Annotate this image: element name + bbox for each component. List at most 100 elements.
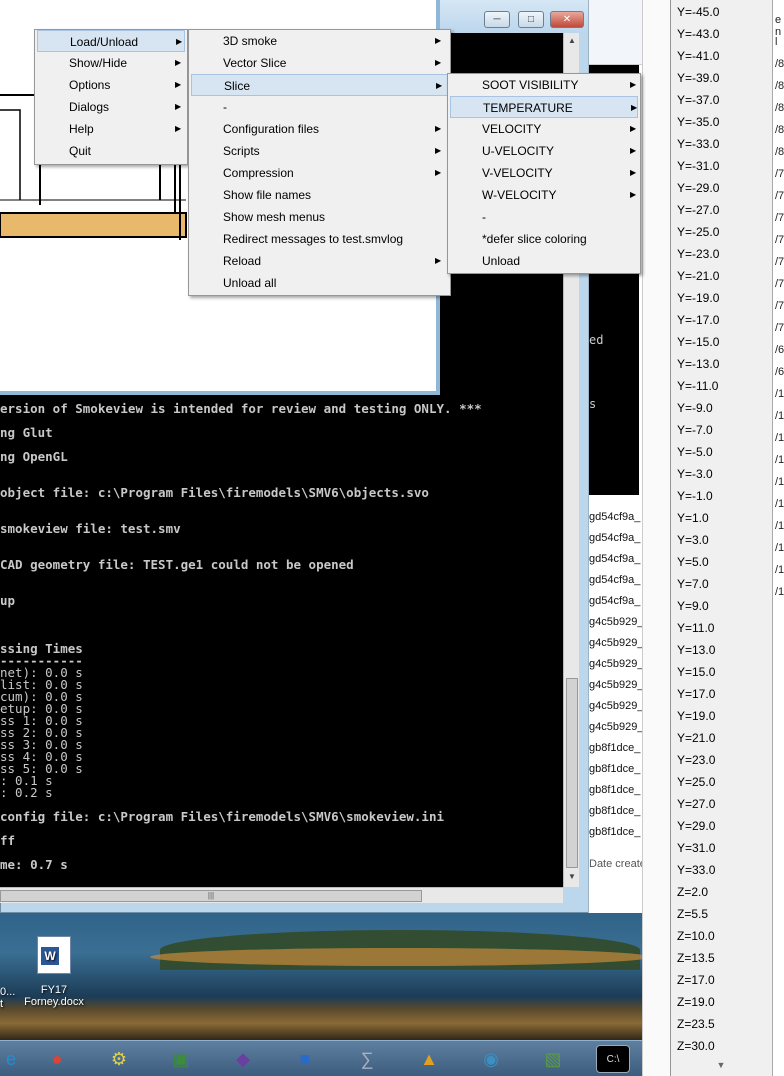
minimize-button[interactable]: ─ (484, 11, 510, 28)
scroll-down-arrow-icon[interactable]: ▼ (564, 869, 580, 885)
map-app-icon[interactable]: ▧ (536, 1045, 570, 1073)
menu-item[interactable]: VELOCITY ▶ (450, 118, 638, 140)
temperature-slice-item[interactable]: Z=17.0 (677, 973, 715, 987)
explorer-file-row[interactable]: gb8f1dce_ (589, 826, 640, 838)
explorer-file-row[interactable]: gb8f1dce_ (589, 763, 640, 775)
explorer-file-row[interactable]: gb8f1dce_ (589, 742, 640, 754)
menu-item[interactable]: Configuration files ▶ (191, 118, 448, 140)
temperature-slice-item[interactable]: Y=27.0 (677, 797, 715, 811)
explorer-file-row[interactable]: g4c5b929_ (589, 721, 642, 733)
temperature-slice-item[interactable]: Z=13.5 (677, 951, 715, 965)
lock-app-icon[interactable]: ▲ (412, 1045, 446, 1073)
menu-item[interactable]: - (191, 96, 448, 118)
temperature-slice-item[interactable]: Z=19.0 (677, 995, 715, 1009)
temperature-slice-item[interactable]: Y=21.0 (677, 731, 715, 745)
temperature-slice-item[interactable]: Y=-13.0 (677, 357, 719, 371)
temperature-slice-item[interactable]: Y=-31.0 (677, 159, 719, 173)
menu-item[interactable]: - (450, 206, 638, 228)
horizontal-scrollbar-thumb[interactable]: ||| (0, 890, 422, 902)
monitor-app-icon[interactable]: ▣ (164, 1045, 198, 1073)
explorer-file-row[interactable]: gd54cf9a_ (589, 595, 640, 607)
visual-studio-icon[interactable]: ◆ (226, 1045, 260, 1073)
menu-item[interactable]: SOOT VISIBILITY ▶ (450, 74, 638, 96)
console-horizontal-scrollbar[interactable]: ||| (0, 887, 563, 903)
temperature-slice-item[interactable]: Y=-41.0 (677, 49, 719, 63)
ie-icon[interactable]: e (0, 1045, 28, 1073)
temperature-slice-item[interactable]: Y=29.0 (677, 819, 715, 833)
temperature-slice-item[interactable]: Y=-35.0 (677, 115, 719, 129)
menu-item[interactable]: W-VELOCITY ▶ (450, 184, 638, 206)
menu-item[interactable]: Options ▶ (37, 74, 185, 96)
temperature-slice-item[interactable]: Y=13.0 (677, 643, 715, 657)
chrome-icon[interactable]: ● (40, 1045, 74, 1073)
temperature-slice-item[interactable]: Y=-33.0 (677, 137, 719, 151)
temperature-slice-item[interactable]: Y=-27.0 (677, 203, 719, 217)
temperature-slice-item[interactable]: Y=5.0 (677, 555, 709, 569)
explorer-date-column-header[interactable]: Date create (589, 858, 642, 870)
temperature-slice-item[interactable]: Z=30.0 (677, 1039, 715, 1053)
temperature-slice-item[interactable]: Y=-25.0 (677, 225, 719, 239)
explorer-file-row[interactable]: gd54cf9a_ (589, 511, 640, 523)
explorer-file-row[interactable]: gb8f1dce_ (589, 784, 640, 796)
temperature-slice-item[interactable]: Y=-21.0 (677, 269, 719, 283)
temperature-slice-item[interactable]: Y=25.0 (677, 775, 715, 789)
temperature-slice-item[interactable]: Z=23.5 (677, 1017, 715, 1031)
menu-item[interactable]: Unload all (191, 272, 448, 294)
temperature-slice-item[interactable]: Y=-15.0 (677, 335, 719, 349)
temperature-slice-item[interactable]: Y=-7.0 (677, 423, 713, 437)
globe-app-icon[interactable]: ◉ (474, 1045, 508, 1073)
temperature-slice-item[interactable]: Y=1.0 (677, 511, 709, 525)
menu-item[interactable]: TEMPERATURE ▶ (450, 96, 638, 118)
temperature-slice-item[interactable]: Y=-29.0 (677, 181, 719, 195)
menu-item[interactable]: Show file names (191, 184, 448, 206)
explorer-file-row[interactable]: g4c5b929_ (589, 679, 642, 691)
menu-item[interactable]: Show/Hide ▶ (37, 52, 185, 74)
temperature-slice-item[interactable]: Y=-3.0 (677, 467, 713, 481)
temperature-slice-item[interactable]: Y=15.0 (677, 665, 715, 679)
scroll-up-arrow-icon[interactable]: ▲ (564, 33, 580, 49)
menu-item[interactable]: Vector Slice ▶ (191, 52, 448, 74)
menu-item[interactable]: *defer slice coloring (450, 228, 638, 250)
temperature-slice-item[interactable]: Z=2.0 (677, 885, 708, 899)
menu-item[interactable]: Slice ▶ (191, 74, 448, 96)
temperature-slice-item[interactable]: Y=11.0 (677, 621, 714, 635)
explorer-file-row[interactable]: g4c5b929_ (589, 637, 642, 649)
menu-item[interactable]: Unload (450, 250, 638, 272)
menu-scroll-down-icon[interactable]: ▼ (671, 1060, 771, 1070)
temperature-slice-item[interactable]: Y=-11.0 (677, 379, 718, 393)
cmd-icon[interactable]: C:\ (596, 1045, 630, 1073)
temperature-slice-item[interactable]: Y=-9.0 (677, 401, 713, 415)
menu-item[interactable]: Compression ▶ (191, 162, 448, 184)
explorer-file-row[interactable]: gd54cf9a_ (589, 574, 640, 586)
temperature-slice-item[interactable]: Y=9.0 (677, 599, 709, 613)
temperature-slice-item[interactable]: Y=17.0 (677, 687, 715, 701)
temperature-slice-item[interactable]: Y=-23.0 (677, 247, 719, 261)
temperature-slice-item[interactable]: Y=19.0 (677, 709, 715, 723)
temperature-slice-item[interactable]: Y=33.0 (677, 863, 715, 877)
temperature-slice-item[interactable]: Y=3.0 (677, 533, 709, 547)
menu-item[interactable]: V-VELOCITY ▶ (450, 162, 638, 184)
menu-item[interactable]: Load/Unload ▶ (37, 30, 185, 52)
desktop-icon-partial[interactable]: 0... t (0, 986, 15, 1010)
scrollbar-thumb[interactable] (566, 678, 578, 868)
menu-item[interactable]: Quit (37, 140, 185, 162)
menu-item[interactable]: Dialogs ▶ (37, 96, 185, 118)
temperature-slice-item[interactable]: Y=7.0 (677, 577, 709, 591)
maximize-button[interactable]: □ (518, 11, 544, 28)
temperature-slice-item[interactable]: Y=31.0 (677, 841, 715, 855)
explorer-file-row[interactable]: g4c5b929_ (589, 658, 642, 670)
menu-item[interactable]: Redirect messages to test.smvlog (191, 228, 448, 250)
explorer-file-row[interactable]: gd54cf9a_ (589, 553, 640, 565)
temperature-slice-item[interactable]: Y=-5.0 (677, 445, 713, 459)
temperature-slice-item[interactable]: Z=5.5 (677, 907, 708, 921)
menu-item[interactable]: Reload ▶ (191, 250, 448, 272)
desktop-icon-word-doc[interactable]: W FY17 Forney.docx (22, 936, 86, 1008)
temperature-slice-item[interactable]: Y=-45.0 (677, 5, 719, 19)
menu-item[interactable]: Help ▶ (37, 118, 185, 140)
menu-item[interactable]: Scripts ▶ (191, 140, 448, 162)
temperature-slice-item[interactable]: Z=10.0 (677, 929, 715, 943)
explorer-file-row[interactable]: gd54cf9a_ (589, 532, 640, 544)
temperature-slice-item[interactable]: Y=-43.0 (677, 27, 719, 41)
temperature-slice-item[interactable]: Y=-39.0 (677, 71, 719, 85)
close-button[interactable]: ✕ (550, 11, 584, 28)
